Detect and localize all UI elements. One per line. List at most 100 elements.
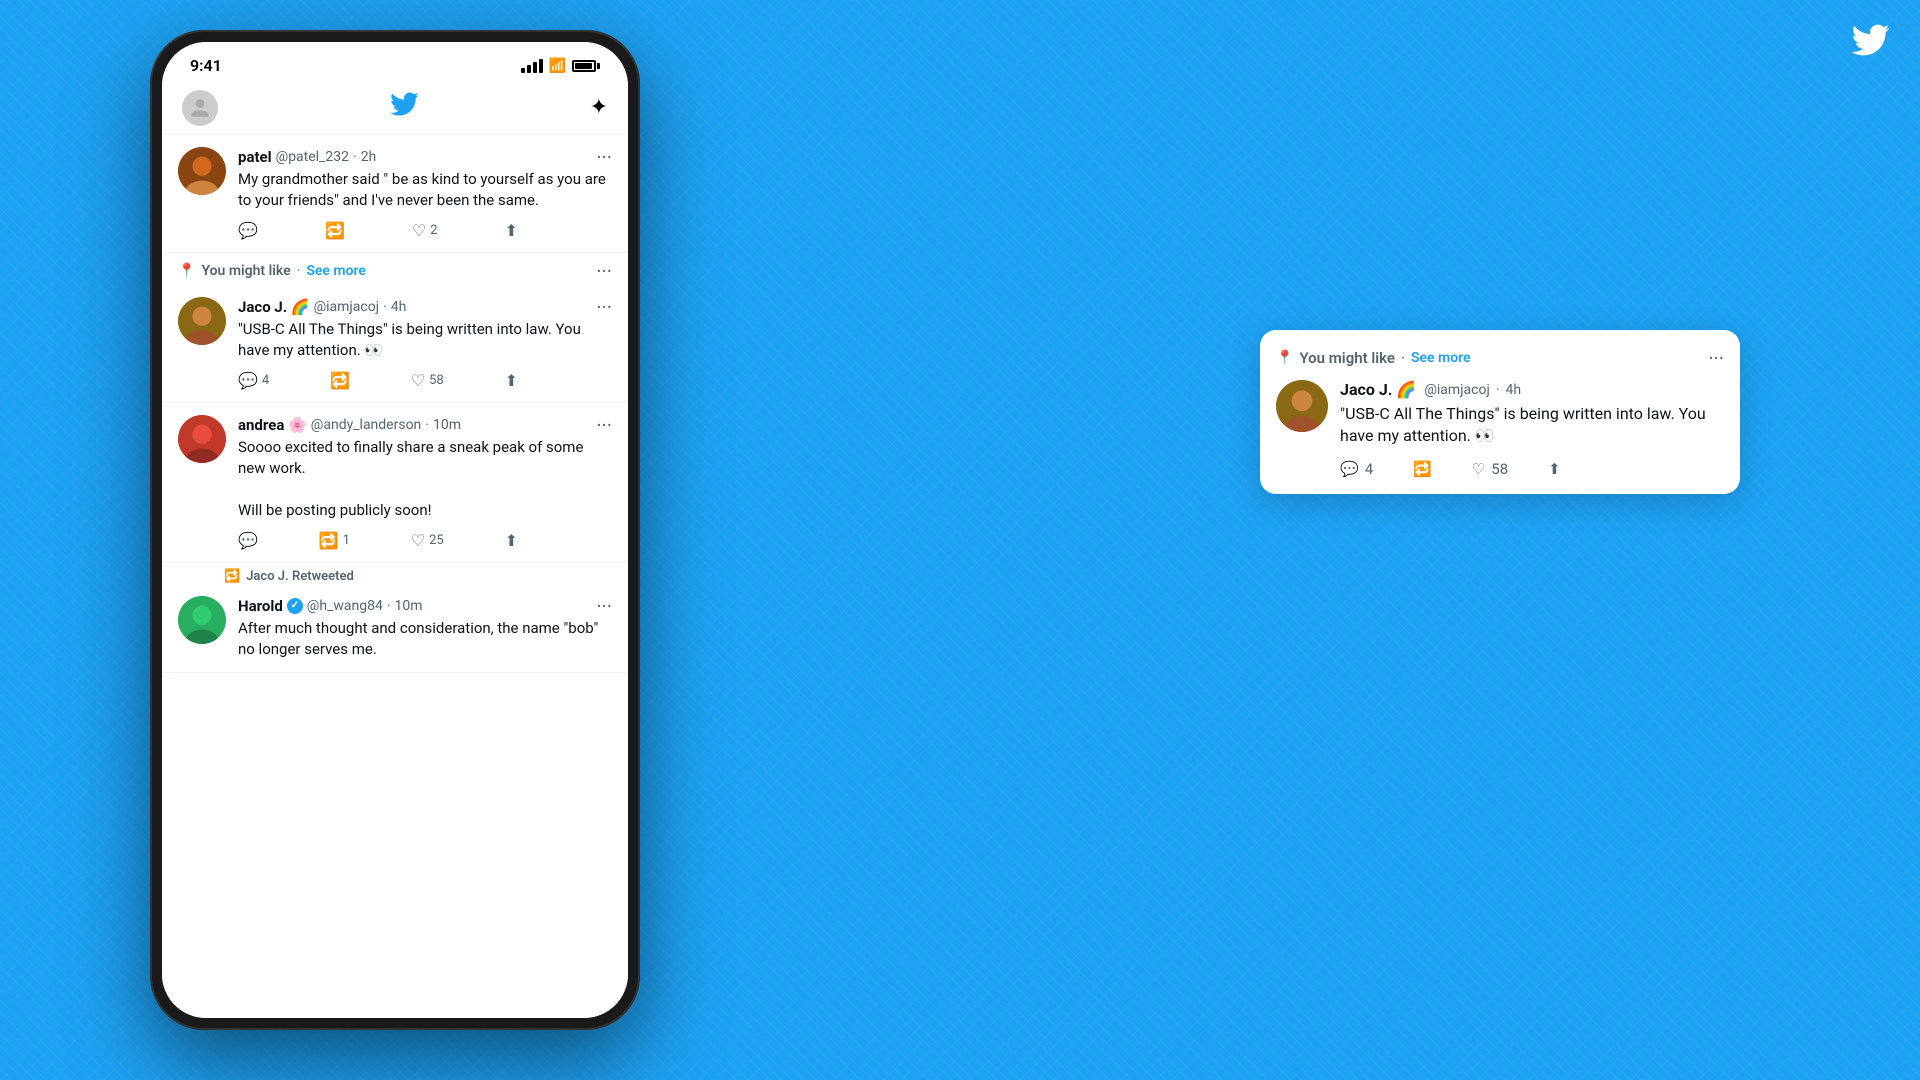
tweet-jaco-time: 4h bbox=[391, 299, 407, 315]
popup-tweet-text: "USB-C All The Things" is being written … bbox=[1340, 403, 1724, 448]
wifi-icon: 📶 bbox=[549, 58, 566, 74]
like-button-patel[interactable]: ♡ 2 bbox=[412, 221, 438, 240]
retweet-icon-jaco: 🔁 bbox=[330, 371, 350, 390]
popup-like-icon: ♡ bbox=[1472, 460, 1485, 478]
tweet-patel-more[interactable]: ··· bbox=[596, 147, 612, 167]
popup-avatar-jaco[interactable] bbox=[1276, 380, 1328, 432]
user-avatar[interactable] bbox=[182, 90, 218, 126]
avatar-harold[interactable] bbox=[178, 596, 226, 644]
reply-button-patel[interactable]: 💬 bbox=[238, 221, 258, 240]
like-icon-jaco: ♡ bbox=[411, 371, 425, 390]
like-button-jaco[interactable]: ♡ 58 bbox=[411, 371, 444, 390]
retweet-icon: 🔁 bbox=[325, 221, 345, 240]
retweet-button-patel[interactable]: 🔁 bbox=[325, 221, 345, 240]
popup-reply-count: 4 bbox=[1365, 460, 1373, 478]
popup-tweet[interactable]: Jaco J. 🌈 @iamjacoj · 4h "USB-C All The … bbox=[1276, 380, 1724, 478]
popup-might-like-label: You might like bbox=[1299, 349, 1395, 367]
tweet-patel-body: patel @patel_232 · 2h ··· My grandmother… bbox=[238, 147, 612, 240]
popup-more-icon[interactable]: ··· bbox=[1708, 346, 1724, 370]
tweet-harold-more[interactable]: ··· bbox=[596, 596, 612, 616]
tweet-jaco-more[interactable]: ··· bbox=[596, 297, 612, 317]
pin-icon: 📍 bbox=[178, 263, 195, 279]
like-icon-andrea: ♡ bbox=[411, 531, 425, 550]
see-more-link-phone[interactable]: See more bbox=[306, 263, 366, 279]
popup-reply-button[interactable]: 💬 4 bbox=[1340, 460, 1373, 478]
share-button-patel[interactable]: ⬆ bbox=[505, 221, 518, 240]
tweet-andrea[interactable]: andrea 🌸 @andy_landerson · 10m ··· Soooo… bbox=[162, 403, 628, 563]
tweet-harold-dot: · bbox=[387, 598, 391, 614]
status-time: 9:41 bbox=[190, 56, 222, 75]
tweet-andrea-more[interactable]: ··· bbox=[596, 415, 612, 435]
tweet-patel-text: My grandmother said " be as kind to your… bbox=[238, 169, 612, 211]
tweet-feed[interactable]: patel @patel_232 · 2h ··· My grandmother… bbox=[162, 135, 628, 1018]
phone: 9:41 📶 bbox=[150, 30, 640, 1030]
retweet-notice-icon: 🔁 bbox=[224, 569, 240, 584]
signal-icon bbox=[521, 59, 543, 73]
tweet-jaco-text: "USB-C All The Things" is being written … bbox=[238, 319, 612, 361]
reply-icon-andrea: 💬 bbox=[238, 531, 258, 550]
tweet-patel-name: patel bbox=[238, 148, 272, 166]
dot-separator: · bbox=[297, 263, 301, 279]
reply-count-jaco: 4 bbox=[262, 373, 269, 388]
retweet-notice-harold: 🔁 Jaco J. Retweeted bbox=[162, 563, 628, 584]
like-icon: ♡ bbox=[412, 221, 426, 240]
battery-icon bbox=[572, 60, 600, 72]
popup-tweet-name: Jaco J. 🌈 bbox=[1340, 380, 1416, 399]
tweet-patel-actions: 💬 🔁 ♡ 2 ⬆ bbox=[238, 221, 518, 240]
retweet-button-andrea[interactable]: 🔁 1 bbox=[319, 531, 350, 550]
status-bar: 9:41 📶 bbox=[162, 42, 628, 81]
share-icon-andrea: ⬆ bbox=[505, 531, 518, 550]
reply-icon-jaco: 💬 bbox=[238, 371, 258, 390]
tweet-andrea-time: 10m bbox=[433, 417, 461, 433]
popup-tweet-actions: 💬 4 🔁 ♡ 58 ⬆ bbox=[1340, 460, 1724, 478]
tweet-andrea-handle: @andy_landerson bbox=[311, 417, 422, 433]
retweet-count-andrea: 1 bbox=[343, 533, 350, 548]
tweet-andrea-text: Soooo excited to finally share a sneak p… bbox=[238, 437, 612, 521]
share-button-andrea[interactable]: ⬆ bbox=[505, 531, 518, 550]
retweet-button-jaco[interactable]: 🔁 bbox=[330, 371, 350, 390]
tweet-patel-time: · bbox=[353, 149, 357, 165]
twitter-logo bbox=[389, 89, 419, 126]
popup-like-count: 58 bbox=[1491, 460, 1508, 478]
avatar-andrea[interactable] bbox=[178, 415, 226, 463]
share-icon: ⬆ bbox=[505, 221, 518, 240]
tweet-harold-time: 10m bbox=[395, 598, 423, 614]
retweet-icon-andrea: 🔁 bbox=[319, 531, 339, 550]
tweet-harold-name: Harold bbox=[238, 597, 283, 615]
like-count-jaco: 58 bbox=[429, 373, 444, 388]
tweet-harold[interactable]: Harold ✓ @h_wang84 · 10m ··· After much … bbox=[162, 584, 628, 673]
tweet-harold-handle: @h_wang84 bbox=[307, 598, 383, 614]
reply-button-andrea[interactable]: 💬 bbox=[238, 531, 258, 550]
might-like-label: You might like bbox=[201, 263, 290, 279]
twitter-logo-bg bbox=[1850, 20, 1890, 69]
tweet-jaco[interactable]: Jaco J. 🌈 @iamjacoj · 4h ··· "USB-C All … bbox=[162, 285, 628, 403]
reply-button-jaco[interactable]: 💬 4 bbox=[238, 371, 269, 390]
popup-tweet-handle: @iamjacoj bbox=[1424, 382, 1490, 398]
like-count-andrea: 25 bbox=[429, 533, 444, 548]
tweet-jaco-handle: @iamjacoj bbox=[314, 299, 380, 315]
popup-tweet-body: Jaco J. 🌈 @iamjacoj · 4h "USB-C All The … bbox=[1340, 380, 1724, 478]
like-button-andrea[interactable]: ♡ 25 bbox=[411, 531, 444, 550]
tweet-jaco-actions: 💬 4 🔁 ♡ 58 ⬆ bbox=[238, 371, 518, 390]
popup-reply-icon: 💬 bbox=[1340, 460, 1359, 478]
tweet-harold-body: Harold ✓ @h_wang84 · 10m ··· After much … bbox=[238, 596, 612, 660]
popup-card: 📍 You might like · See more ··· Jaco J. … bbox=[1260, 330, 1740, 494]
avatar-jaco[interactable] bbox=[178, 297, 226, 345]
tweet-patel-time-val: 2h bbox=[361, 149, 377, 165]
sparkle-icon[interactable]: ✦ bbox=[590, 95, 608, 120]
might-like-more[interactable]: ··· bbox=[596, 261, 612, 281]
like-count-patel: 2 bbox=[430, 223, 437, 238]
popup-dot: · bbox=[1401, 349, 1405, 367]
tweet-patel-handle: @patel_232 bbox=[276, 149, 349, 165]
might-like-section: 📍 You might like · See more ··· bbox=[162, 253, 628, 285]
share-button-jaco[interactable]: ⬆ bbox=[505, 371, 518, 390]
verified-badge-harold: ✓ bbox=[287, 598, 303, 614]
tweet-patel[interactable]: patel @patel_232 · 2h ··· My grandmother… bbox=[162, 135, 628, 253]
popup-dot2: · bbox=[1496, 382, 1500, 398]
popup-share-icon: ⬆ bbox=[1548, 460, 1561, 478]
avatar-patel[interactable] bbox=[178, 147, 226, 195]
popup-share-button[interactable]: ⬆ bbox=[1548, 460, 1561, 478]
popup-like-button[interactable]: ♡ 58 bbox=[1472, 460, 1508, 478]
popup-see-more-link[interactable]: See more bbox=[1411, 350, 1471, 366]
popup-retweet-button[interactable]: 🔁 bbox=[1413, 460, 1432, 478]
